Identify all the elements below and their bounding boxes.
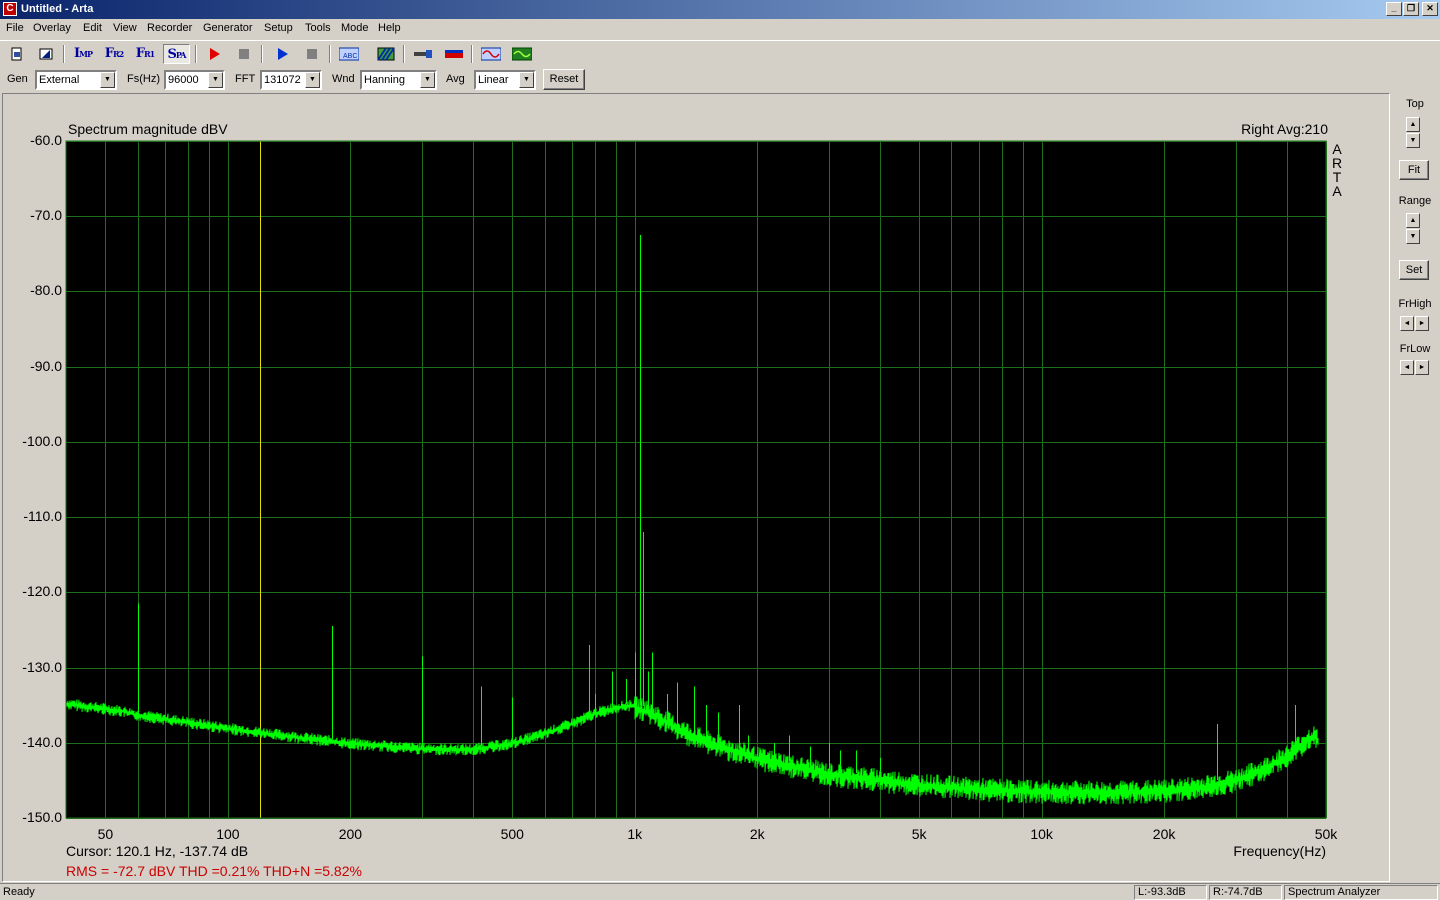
y-tick-label: -100.0 xyxy=(22,432,62,449)
y-tick-label: -80.0 xyxy=(30,282,62,299)
maximize-button[interactable]: ❐ xyxy=(1403,2,1419,16)
mode-pane: Spectrum Analyzer xyxy=(1284,885,1438,900)
range-down-button[interactable]: ▼ xyxy=(1406,229,1420,244)
arta-letter: T xyxy=(1332,169,1342,185)
y-tick-label: -120.0 xyxy=(22,583,62,600)
y-tick-label: -140.0 xyxy=(22,733,62,750)
x-tick-label: 50k xyxy=(1314,826,1338,842)
plot-background xyxy=(66,141,1326,818)
x-tick-label: 50 xyxy=(97,826,114,842)
cursor-readout: Cursor: 120.1 Hz, -137.74 dB xyxy=(66,843,249,859)
status-bar: Ready L:-93.3dB R:-74.7dB Spectrum Analy… xyxy=(0,883,1440,900)
range-up-button[interactable]: ▲ xyxy=(1406,213,1420,228)
frlow-label: FrLow xyxy=(1399,343,1431,355)
top-down-button[interactable]: ▼ xyxy=(1406,133,1420,148)
x-tick-label: 20k xyxy=(1152,826,1176,842)
plot-title: Spectrum magnitude dBV xyxy=(68,121,228,137)
frhigh-right-button[interactable]: ► xyxy=(1415,316,1429,331)
x-axis-label: Frequency(Hz) xyxy=(1233,843,1326,859)
set-button[interactable]: Set xyxy=(1399,260,1429,280)
top-label: Top xyxy=(1406,98,1424,110)
x-tick-label: 5k xyxy=(911,826,927,842)
arta-letter: A xyxy=(1332,141,1342,157)
right-level-pane: R:-74.7dB xyxy=(1209,885,1282,900)
close-button[interactable]: ✕ xyxy=(1422,2,1438,16)
x-tick-label: 100 xyxy=(216,826,240,842)
measurement-stats: RMS = -72.7 dBV THD =0.21% THD+N =5.82% xyxy=(66,863,362,879)
frlow-left-button[interactable]: ◄ xyxy=(1400,360,1414,375)
top-up-button[interactable]: ▲ xyxy=(1406,117,1420,132)
axis-control-panel: Top ▲ ▼ Fit Range ▲ ▼ Set FrHigh ◄ ► FrL… xyxy=(1392,93,1438,882)
arta-window: C Untitled - Arta _ ❐ ✕ File Overlay Edi… xyxy=(0,0,1440,900)
y-tick-label: -60.0 xyxy=(30,132,62,148)
status-ready: Ready xyxy=(3,886,35,898)
y-tick-label: -130.0 xyxy=(22,658,62,675)
y-tick-label: -150.0 xyxy=(22,809,62,825)
arta-letter: A xyxy=(1332,183,1342,199)
x-tick-label: 1k xyxy=(627,826,643,842)
x-tick-label: 10k xyxy=(1030,826,1053,842)
y-tick-label: -110.0 xyxy=(23,508,62,525)
fit-button[interactable]: Fit xyxy=(1399,160,1429,180)
x-tick-label: 500 xyxy=(500,826,524,842)
y-tick-label: -90.0 xyxy=(30,357,62,374)
left-level-pane: L:-93.3dB xyxy=(1134,885,1207,900)
channel-avg-status: Right Avg:210 xyxy=(1241,121,1328,137)
frlow-right-button[interactable]: ► xyxy=(1415,360,1429,375)
y-tick-label: -70.0 xyxy=(30,207,62,224)
range-label: Range xyxy=(1398,195,1432,207)
arta-vertical-label: A R T A xyxy=(1331,142,1343,198)
frhigh-left-button[interactable]: ◄ xyxy=(1400,316,1414,331)
x-tick-label: 200 xyxy=(338,826,363,842)
frhigh-label: FrHigh xyxy=(1398,298,1432,310)
x-tick-label: 2k xyxy=(749,826,765,842)
arta-letter: R xyxy=(1331,155,1343,171)
